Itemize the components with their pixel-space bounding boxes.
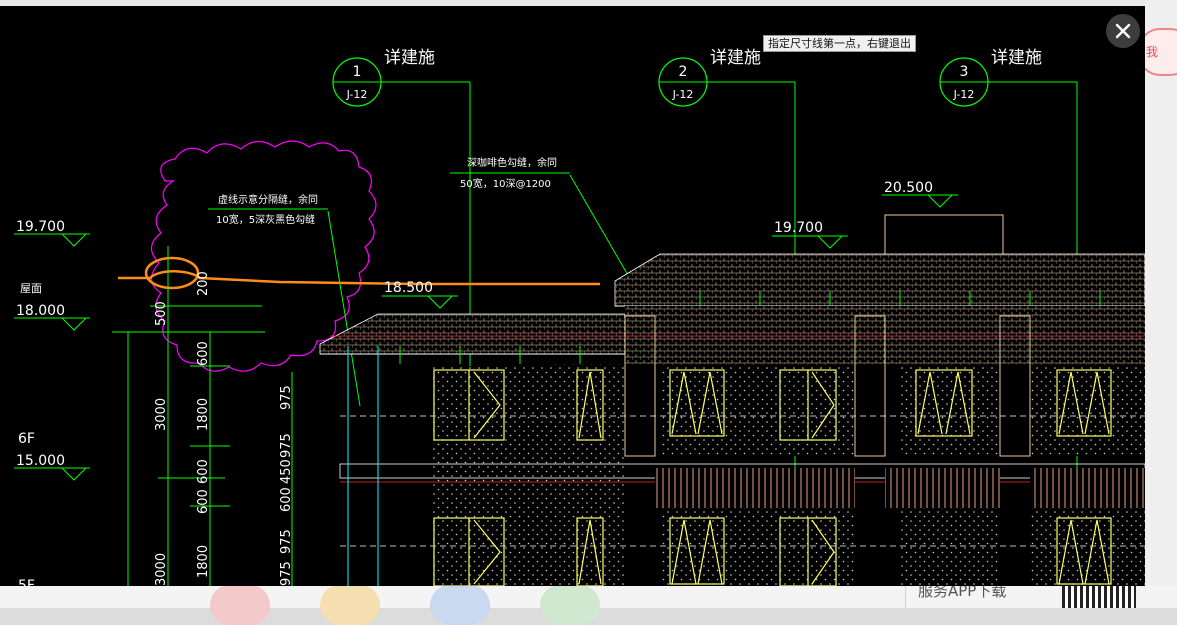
callout-3-number: 3: [960, 64, 969, 80]
dimension-1800-b: 1800: [196, 545, 211, 578]
command-prompt-tooltip: 指定尺寸线第一点，右键退出: [763, 35, 916, 52]
qr-code-image: [1062, 586, 1136, 608]
dimension-lines: 500 3000 3000 200 600 1800 600 600 1800 …: [112, 246, 294, 586]
cad-image-viewer[interactable]: 1 J-12 详建施 2 J-12 详建施 3 J-12 详建施 19.700 …: [0, 6, 1145, 586]
callout-1-number: 1: [353, 64, 362, 80]
callout-2-number: 2: [679, 64, 688, 80]
elevation-15000: 15.000: [16, 453, 65, 469]
close-button[interactable]: [1106, 14, 1140, 48]
elevation-18500: 18.500: [384, 280, 433, 296]
dimension-200: 200: [196, 271, 211, 296]
floor-label-5f: 5F: [18, 578, 35, 586]
footer-circle-red: [210, 585, 270, 625]
elevation-19700-mid: 19.700: [774, 220, 823, 236]
callout-2-sheet: J-12: [672, 88, 694, 101]
elevation-20500: 20.500: [884, 180, 933, 196]
callout-2-title: 详建施: [710, 48, 761, 68]
footer-circle-orange: [320, 585, 380, 625]
footer-circle-blue: [430, 585, 490, 625]
dimension-975-b: 975: [279, 433, 294, 458]
dimension-500: 500: [154, 301, 169, 326]
dimension-1800-a: 1800: [196, 398, 211, 431]
note2-line2: 50宽，10深@1200: [460, 177, 551, 190]
floor-label-6f: 6F: [18, 431, 35, 447]
dimension-975-d: 975: [279, 561, 294, 586]
callout-3-title: 详建施: [991, 48, 1042, 68]
callout-3-sheet: J-12: [953, 88, 975, 101]
dimension-450: 450: [279, 459, 294, 484]
dimension-600-d: 600: [279, 487, 294, 512]
dimension-3000-lower: 3000: [154, 553, 169, 586]
footer-divider: [905, 586, 906, 608]
callout-1-sheet: J-12: [346, 88, 368, 101]
dimension-600-c: 600: [196, 489, 211, 514]
dimension-600-a: 600: [196, 341, 211, 366]
dimension-3000-upper: 3000: [154, 398, 169, 431]
dimension-975-c: 975: [279, 529, 294, 554]
callout-1-title: 详建施: [384, 48, 435, 68]
elevation-19700-left: 19.700: [16, 219, 65, 235]
note1-line1: 虚线示意分隔缝，余同: [218, 193, 318, 206]
page-right-strip: [1145, 0, 1177, 608]
dimension-600-b: 600: [196, 459, 211, 484]
roof-label: 屋面: [20, 282, 42, 295]
elevation-18000: 18.000: [16, 303, 65, 319]
dimension-975-a: 975: [279, 385, 294, 410]
building-facade: [319, 214, 1145, 586]
close-icon: [1115, 23, 1131, 39]
footer-circle-green: [540, 585, 600, 625]
cad-drawing[interactable]: 1 J-12 详建施 2 J-12 详建施 3 J-12 详建施 19.700 …: [0, 6, 1145, 586]
note1-line2: 10宽，5深灰黑色勾缝: [216, 213, 315, 226]
note2-line1: 深咖啡色勾缝，余同: [467, 156, 557, 169]
